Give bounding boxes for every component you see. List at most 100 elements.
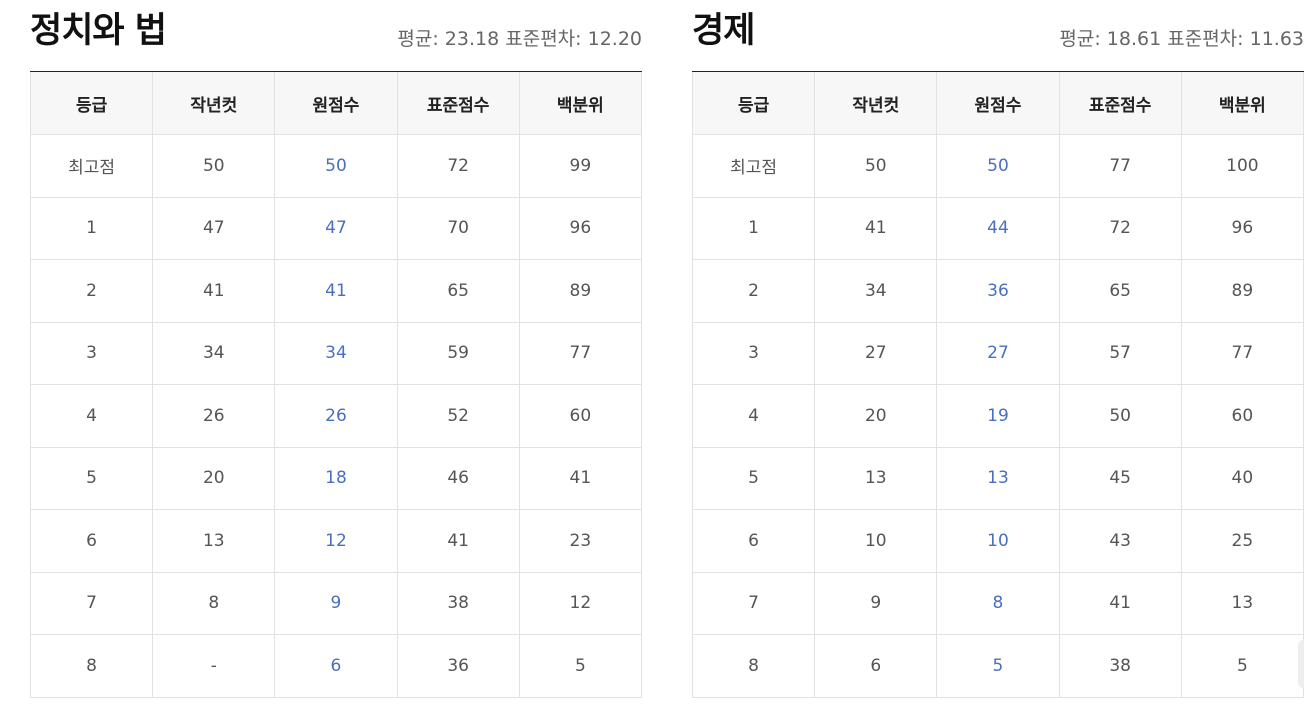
col-header-grade: 등급 — [29, 72, 154, 135]
table-header-row: 등급 작년컷 원점수 표준점수 백분위 — [29, 72, 643, 135]
table-row: 8-6 36 5 — [29, 634, 643, 698]
cell-percentile: 96 — [1180, 196, 1304, 260]
cell-standard-score: 41 — [396, 509, 520, 573]
cell-grade: 5 — [29, 446, 154, 510]
col-header-standard-score: 표준점수 — [1058, 72, 1182, 135]
cell-percentile: 25 — [1180, 509, 1304, 573]
cell-grade: 4 — [29, 384, 154, 448]
cell-raw-score: 13 — [936, 446, 1060, 510]
table-row: 4 20 19 50 60 — [691, 384, 1304, 448]
floating-widget-edge — [1298, 640, 1304, 688]
col-header-last-cut: 작년컷 — [814, 72, 938, 135]
cell-last-cut: 41 — [152, 259, 276, 323]
cell-standard-score: 46 — [396, 446, 520, 510]
cell-grade: 2 — [29, 259, 154, 323]
cell-raw-score: 19 — [936, 384, 1060, 448]
cell-grade: 3 — [29, 321, 154, 385]
table-row: 2 41 41 65 89 — [29, 259, 643, 323]
cell-standard-score: 65 — [1058, 259, 1182, 323]
table-row: 3 34 34 59 77 — [29, 321, 643, 385]
cell-standard-score: 52 — [396, 384, 520, 448]
cell-grade: 5 — [691, 446, 816, 510]
cell-last-cut: 9 — [814, 571, 938, 635]
col-header-standard-score: 표준점수 — [396, 72, 520, 135]
table-body: 최고점 50 50 77 100 1 41 44 72 96 2 34 36 65 89 3 27 27 57 77 4… — [691, 134, 1304, 698]
cell-grade: 최고점 — [691, 134, 816, 198]
cell-last-cut: 50 — [152, 134, 276, 198]
cell-raw-score: 18 — [274, 446, 398, 510]
cell-percentile: 40 — [1180, 446, 1304, 510]
table-header-row: 등급 작년컷 원점수 표준점수 백분위 — [691, 72, 1304, 135]
cell-percentile: 23 — [518, 509, 643, 573]
cell-last-cut: 20 — [152, 446, 276, 510]
cell-last-cut: 26 — [152, 384, 276, 448]
subject-stats: 평균: 23.18 표준편차: 12.20 — [397, 28, 642, 50]
cell-last-cut: 47 — [152, 196, 276, 260]
cell-grade: 1 — [29, 196, 154, 260]
cell-last-cut: 6 — [814, 634, 938, 698]
col-header-last-cut: 작년컷 — [152, 72, 276, 135]
table-row: 7 8 9 38 12 — [29, 571, 643, 635]
cell-percentile: 60 — [1180, 384, 1304, 448]
cell-percentile: 5 — [1180, 634, 1304, 698]
cell-last-cut: 8 — [152, 571, 276, 635]
cell-standard-score: 45 — [1058, 446, 1182, 510]
cell-grade: 7 — [691, 571, 816, 635]
cell-last-cut: 10 — [814, 509, 938, 573]
cell-standard-score: 38 — [1058, 634, 1182, 698]
cell-percentile: 5 — [518, 634, 643, 698]
table-row: 4 26 26 52 60 — [29, 384, 643, 448]
cell-raw-score: 47 — [274, 196, 398, 260]
cell-last-cut: 50 — [814, 134, 938, 198]
cell-raw-score: 26 — [274, 384, 398, 448]
cell-last-cut: 41 — [814, 196, 938, 260]
col-header-raw-score: 원점수 — [936, 72, 1060, 135]
subject-panel-politics-law: 정치와 법 평균: 23.18 표준편차: 12.20 등급 작년컷 원점수 표… — [29, 0, 643, 698]
cell-last-cut: 27 — [814, 321, 938, 385]
cell-standard-score: 72 — [1058, 196, 1182, 260]
cell-grade: 8 — [29, 634, 154, 698]
cell-raw-score: 44 — [936, 196, 1060, 260]
cell-grade: 최고점 — [29, 134, 154, 198]
cell-standard-score: 50 — [1058, 384, 1182, 448]
table-row: 최고점 50 50 72 99 — [29, 134, 643, 198]
cell-raw-score: 10 — [936, 509, 1060, 573]
cell-standard-score: 72 — [396, 134, 520, 198]
subject-header: 정치와 법 평균: 23.18 표준편차: 12.20 — [30, 0, 642, 72]
cell-percentile: 60 — [518, 384, 643, 448]
cell-standard-score: 70 — [396, 196, 520, 260]
table-row: 5 13 13 45 40 — [691, 446, 1304, 510]
table-row: 5 20 18 46 41 — [29, 446, 643, 510]
cell-percentile: 77 — [1180, 321, 1304, 385]
col-header-percentile: 백분위 — [1180, 72, 1304, 135]
cell-standard-score: 57 — [1058, 321, 1182, 385]
cell-grade: 2 — [691, 259, 816, 323]
col-header-percentile: 백분위 — [518, 72, 643, 135]
grade-cut-table: 등급 작년컷 원점수 표준점수 백분위 최고점 50 50 72 99 1 47 47 70 96… — [29, 72, 643, 698]
cell-raw-score: 5 — [936, 634, 1060, 698]
cell-percentile: 89 — [1180, 259, 1304, 323]
table-row: 7 9 8 41 13 — [691, 571, 1304, 635]
subject-title: 경제 — [692, 11, 755, 51]
cell-grade: 6 — [691, 509, 816, 573]
cell-percentile: 100 — [1180, 134, 1304, 198]
table-row: 8 6 5 38 5 — [691, 634, 1304, 698]
table-row: 최고점 50 50 77 100 — [691, 134, 1304, 198]
cell-raw-score: 50 — [936, 134, 1060, 198]
cell-standard-score: 65 — [396, 259, 520, 323]
cell-percentile: 77 — [518, 321, 643, 385]
cell-raw-score: 36 — [936, 259, 1060, 323]
table-row: 6 10 10 43 25 — [691, 509, 1304, 573]
cell-percentile: 99 — [518, 134, 643, 198]
table-body: 최고점 50 50 72 99 1 47 47 70 96 2 41 41 65 89 3 34 34 59 77 4 2… — [29, 134, 643, 698]
cell-raw-score: 12 — [274, 509, 398, 573]
cell-percentile: 96 — [518, 196, 643, 260]
cell-raw-score: 41 — [274, 259, 398, 323]
cell-grade: 8 — [691, 634, 816, 698]
cell-raw-score: 50 — [274, 134, 398, 198]
cell-last-cut: 20 — [814, 384, 938, 448]
cell-raw-score: 6 — [274, 634, 398, 698]
cell-last-cut: 34 — [814, 259, 938, 323]
subject-panel-economics: 경제 평균: 18.61 표준편차: 11.63 등급 작년컷 원점수 표준점수… — [691, 0, 1304, 698]
cell-grade: 4 — [691, 384, 816, 448]
